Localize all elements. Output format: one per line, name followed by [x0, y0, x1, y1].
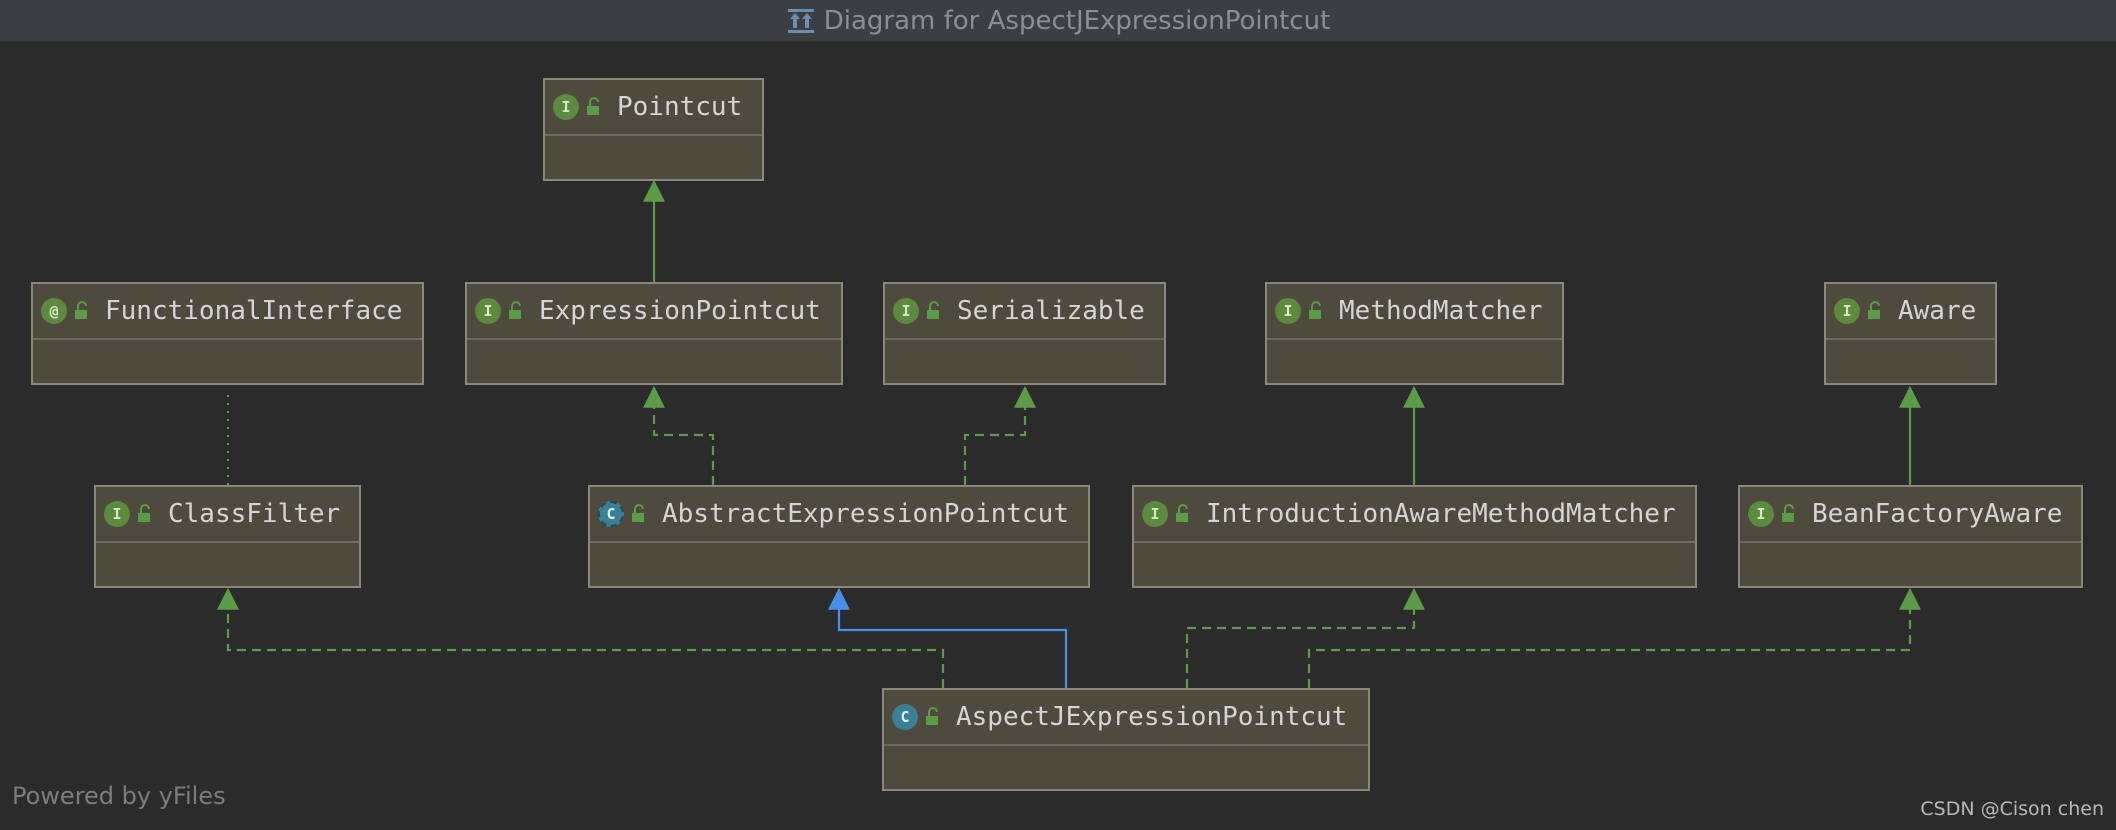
node-header: @ FunctionalInterface	[33, 284, 422, 340]
node-name: BeanFactoryAware	[1812, 499, 2063, 529]
node-abstractexpressionpointcut[interactable]: C AbstractExpressionPointcut	[588, 485, 1090, 588]
node-header: C AbstractExpressionPointcut	[590, 487, 1088, 543]
diagram-title-bar: Diagram for AspectJExpressionPointcut	[0, 0, 2116, 42]
unlocked-padlock-icon	[75, 301, 87, 319]
node-header: C AspectJExpressionPointcut	[884, 690, 1368, 746]
node-methodmatcher[interactable]: I MethodMatcher	[1265, 282, 1564, 385]
node-header: I IntroductionAwareMethodMatcher	[1134, 487, 1695, 543]
node-name: Aware	[1898, 296, 1977, 326]
node-name: ClassFilter	[168, 499, 341, 529]
unlocked-padlock-icon	[1782, 504, 1794, 522]
node-header: I Aware	[1826, 284, 1995, 340]
interface-icon: I	[1748, 501, 1774, 527]
edge-abstractexpressionpointcut-serializable	[963, 385, 1036, 485]
node-serializable[interactable]: I Serializable	[883, 282, 1166, 385]
node-header: I Pointcut	[545, 80, 762, 136]
interface-icon: I	[1275, 298, 1301, 324]
unlocked-padlock-icon	[587, 97, 599, 115]
node-name: AbstractExpressionPointcut	[662, 499, 1069, 529]
unlocked-padlock-icon	[632, 504, 644, 522]
interface-icon: I	[1142, 501, 1168, 527]
node-name: MethodMatcher	[1339, 296, 1543, 326]
node-header: I MethodMatcher	[1267, 284, 1562, 340]
node-name: Pointcut	[617, 92, 743, 122]
node-name: IntroductionAwareMethodMatcher	[1206, 499, 1676, 529]
interface-icon: I	[475, 298, 501, 324]
node-pointcut[interactable]: I Pointcut	[543, 78, 764, 181]
unlocked-padlock-icon	[138, 504, 150, 522]
edge-aspectjexpressionpointcut-beanfactoryaware	[1307, 587, 1921, 688]
interface-icon: I	[893, 298, 919, 324]
unlocked-padlock-icon	[509, 301, 521, 319]
edge-aspectjexpressionpointcut-classfilter	[217, 587, 945, 688]
node-header: I Serializable	[885, 284, 1164, 340]
edge-abstractexpressionpointcut-expressionpointcut	[643, 385, 715, 485]
interface-icon: I	[104, 501, 130, 527]
node-name: ExpressionPointcut	[539, 296, 821, 326]
interface-icon: I	[1834, 298, 1860, 324]
node-beanfactoryaware[interactable]: I BeanFactoryAware	[1738, 485, 2083, 588]
powered-by-label: Powered by yFiles	[12, 782, 226, 810]
unlocked-padlock-icon	[927, 301, 939, 319]
node-expressionpointcut[interactable]: I ExpressionPointcut	[465, 282, 843, 385]
node-header: I BeanFactoryAware	[1740, 487, 2081, 543]
node-name: AspectJExpressionPointcut	[956, 702, 1348, 732]
class-icon: C	[892, 704, 918, 730]
node-aspectjexpressionpointcut[interactable]: C AspectJExpressionPointcut	[882, 688, 1370, 791]
node-header: I ExpressionPointcut	[467, 284, 841, 340]
abstract-class-icon: C	[598, 501, 624, 527]
node-functionalinterface[interactable]: @ FunctionalInterface	[31, 282, 424, 385]
node-classfilter[interactable]: I ClassFilter	[94, 485, 361, 588]
node-name: FunctionalInterface	[105, 296, 403, 326]
node-aware[interactable]: I Aware	[1824, 282, 1997, 385]
unlocked-padlock-icon	[1868, 301, 1880, 319]
diagram-canvas[interactable]: I Pointcut @ FunctionalInterface I Expre…	[0, 42, 2116, 830]
interface-icon: I	[553, 94, 579, 120]
unlocked-padlock-icon	[926, 707, 938, 725]
edge-aspectjexpressionpointcut-abstractexpressionpointcut	[828, 587, 1068, 688]
node-introductionawaremethodmatcher[interactable]: I IntroductionAwareMethodMatcher	[1132, 485, 1697, 588]
node-name: Serializable	[957, 296, 1145, 326]
unlocked-padlock-icon	[1309, 301, 1321, 319]
edge-aspectjexpressionpointcut-introductionawaremethodmatcher	[1185, 587, 1425, 688]
diagram-title: Diagram for AspectJExpressionPointcut	[823, 5, 1331, 36]
node-header: I ClassFilter	[96, 487, 359, 543]
unlocked-padlock-icon	[1176, 504, 1188, 522]
class-diagram-icon	[787, 8, 814, 33]
watermark-label: CSDN @Cison chen	[1920, 798, 2104, 820]
annotation-icon: @	[41, 298, 67, 324]
